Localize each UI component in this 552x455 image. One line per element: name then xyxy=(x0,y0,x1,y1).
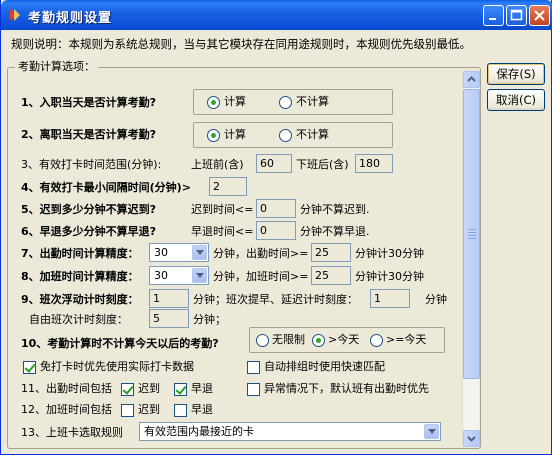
row13-clip: 13、上班卡选取规则 有效范围内最接近的卡 xyxy=(8,420,461,448)
row10-radio-group: 无限制 >今天 >=今天 xyxy=(249,327,445,353)
row9-input1[interactable]: 1 xyxy=(149,289,189,308)
chevron-down-icon xyxy=(467,436,476,442)
row8-combo-value: 30 xyxy=(154,269,168,282)
save-button[interactable]: 保存(S) xyxy=(487,63,545,85)
minimize-button[interactable] xyxy=(483,5,504,26)
row2-radio-yes[interactable] xyxy=(207,129,220,142)
row3-before-input[interactable]: 60 xyxy=(256,154,292,173)
row5-input[interactable]: 0 xyxy=(256,199,296,218)
row10-label: 10、考勤计算时不计算今天以后的考勤? xyxy=(21,337,219,350)
row9-post: 分钟 xyxy=(425,293,447,306)
maximize-button[interactable] xyxy=(506,5,527,26)
row7-post: 分钟计30分钟 xyxy=(355,247,424,260)
chevron-down-icon[interactable] xyxy=(192,245,207,260)
cancel-button[interactable]: 取消(C) xyxy=(487,89,545,111)
row4-label: 4、有效打卡最小间隔时间(分钟)> xyxy=(21,181,191,194)
settings-window: 考勤规则设置 规则说明：本规则为系统总规则，当与其它模块存在同用途规则时，本规则… xyxy=(0,0,552,455)
group-legend: 考勤计算选项： xyxy=(15,60,98,74)
row9-input2[interactable]: 1 xyxy=(370,289,410,308)
abnormal-default-checkbox[interactable] xyxy=(247,383,260,396)
row9-sub-post: 分钟； xyxy=(193,313,226,326)
row2-yes-label: 计算 xyxy=(224,128,246,141)
window-title: 考勤规则设置 xyxy=(28,11,113,26)
vertical-scrollbar[interactable] xyxy=(462,71,480,447)
row5-label: 5、迟到多少分钟不算迟到? xyxy=(21,203,157,216)
row5-pre: 迟到时间<= xyxy=(191,203,254,216)
row9-sub-input[interactable]: 5 xyxy=(149,309,189,328)
row10-radio-gte-today[interactable] xyxy=(370,334,383,347)
minimize-icon xyxy=(489,18,496,20)
row9-sub-label: 自由班次计时刻度： xyxy=(29,313,128,326)
chevron-down-icon[interactable] xyxy=(424,424,439,439)
row10-opt1: 无限制 xyxy=(272,333,305,346)
row12-early-label: 早退 xyxy=(191,403,213,416)
row12-label: 12、加班时间包括 xyxy=(21,403,112,416)
row10-opt3: >=今天 xyxy=(386,333,427,346)
row11-late-checkbox[interactable] xyxy=(121,383,134,396)
row10-radio-unlimited[interactable] xyxy=(256,334,269,347)
row5-post: 分钟不算迟到. xyxy=(300,203,370,216)
quick-match-label: 自动排组时使用快速匹配 xyxy=(264,360,385,373)
row6-post: 分钟不算早退. xyxy=(300,225,370,238)
row2-no-label: 不计算 xyxy=(296,128,329,141)
row3-after-input[interactable]: 180 xyxy=(355,154,393,173)
row7-combo-value: 30 xyxy=(154,246,168,259)
row1-no-label: 不计算 xyxy=(296,95,329,108)
row3-before-label: 上班前(含) xyxy=(191,158,244,171)
row13-label: 13、上班卡选取规则 xyxy=(21,426,123,439)
row13-combo-value: 有效范围内最接近的卡 xyxy=(144,425,254,438)
row13-rule-combo[interactable]: 有效范围内最接近的卡 xyxy=(139,422,441,441)
row7-label: 7、出勤时间计算精度： xyxy=(21,247,139,260)
close-icon xyxy=(534,10,545,21)
row11-late-label: 迟到 xyxy=(138,382,160,395)
row11-early-checkbox[interactable] xyxy=(174,383,187,396)
row8-input[interactable]: 25 xyxy=(311,266,351,285)
row9-mid: 分钟；班次提早、延迟计时刻度： xyxy=(193,293,358,306)
scroll-down-button[interactable] xyxy=(463,430,480,447)
row6-label: 6、早退多少分钟不算早退? xyxy=(21,225,157,238)
row8-precision-combo[interactable]: 30 xyxy=(149,266,209,285)
row2-label: 2、离职当天是否计算考勤? xyxy=(21,128,157,141)
chevron-up-icon xyxy=(467,76,476,82)
row2-radio-no[interactable] xyxy=(279,129,292,142)
close-button[interactable] xyxy=(529,5,550,26)
row3-after-label: 下班后(含) xyxy=(296,158,349,171)
row11-early-label: 早退 xyxy=(191,382,213,395)
quick-match-checkbox[interactable] xyxy=(247,361,260,374)
scroll-up-button[interactable] xyxy=(463,71,480,88)
row1-radio-group: 计算 不计算 xyxy=(193,89,393,115)
row1-yes-label: 计算 xyxy=(224,95,246,108)
row9-label: 9、班次浮动计时刻度： xyxy=(21,293,139,306)
row7-input[interactable]: 25 xyxy=(311,243,351,262)
scrollbar-thumb[interactable] xyxy=(463,89,480,379)
row1-radio-no[interactable] xyxy=(279,96,292,109)
row4-input[interactable]: 2 xyxy=(209,177,247,196)
row7-mid: 分钟，出勤时间>= xyxy=(213,247,309,260)
row3-label: 3、有效打卡时间范围(分钟): xyxy=(21,158,162,171)
rule-description: 规则说明：本规则为系统总规则，当与其它模块存在同用途规则时，本规则优先级别最低。 xyxy=(11,37,471,51)
abnormal-default-label: 异常情况下，默认班有出勤时优先 xyxy=(264,382,429,395)
row1-label: 1、入职当天是否计算考勤? xyxy=(21,96,157,109)
row7-precision-combo[interactable]: 30 xyxy=(149,243,209,262)
app-icon xyxy=(10,9,20,21)
row10-radio-gt-today[interactable] xyxy=(312,334,325,347)
title-bar[interactable]: 考勤规则设置 xyxy=(1,0,552,30)
row12-late-label: 迟到 xyxy=(138,403,160,416)
row2-radio-group: 计算 不计算 xyxy=(193,122,393,148)
row8-post: 分钟计30分钟 xyxy=(355,270,424,283)
prefer-actual-punch-label: 免打卡时优先使用实际打卡数据 xyxy=(40,360,194,373)
row12-early-checkbox[interactable] xyxy=(174,404,187,417)
row8-label: 8、加班时间计算精度： xyxy=(21,270,139,283)
row6-pre: 早退时间<= xyxy=(191,225,254,238)
row10-opt2: >今天 xyxy=(328,333,360,346)
row6-input[interactable]: 0 xyxy=(256,221,296,240)
row11-label: 11、出勤时间包括 xyxy=(21,382,112,395)
row8-mid: 分钟，加班时间>= xyxy=(213,270,309,283)
prefer-actual-punch-checkbox[interactable] xyxy=(23,361,36,374)
maximize-icon xyxy=(510,9,523,21)
chevron-down-icon[interactable] xyxy=(192,268,207,283)
row1-radio-yes[interactable] xyxy=(207,96,220,109)
row12-late-checkbox[interactable] xyxy=(121,404,134,417)
